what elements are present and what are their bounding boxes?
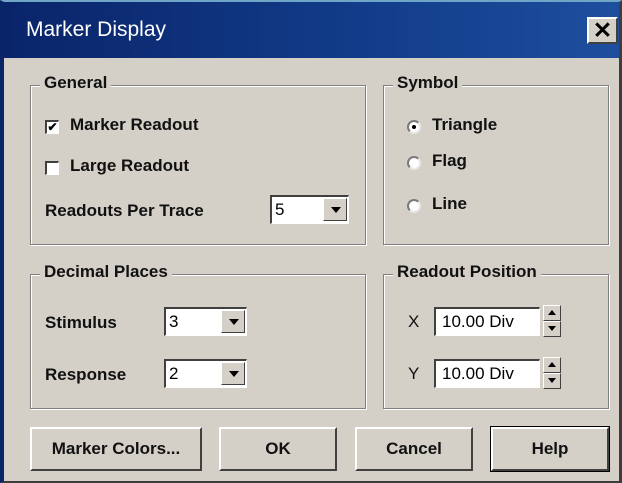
marker-display-dialog: Marker Display ✕ General ✔ Marker Readou… — [0, 0, 622, 483]
chevron-down-icon — [331, 207, 341, 213]
response-value: 2 — [169, 364, 179, 383]
response-select[interactable]: 2 — [164, 359, 247, 388]
cancel-button[interactable]: Cancel — [355, 427, 473, 471]
dropdown-button[interactable] — [323, 198, 347, 221]
title-bar: Marker Display ✕ — [4, 2, 619, 58]
readout-position-group: Readout Position — [383, 262, 609, 409]
x-label: X — [408, 312, 420, 331]
chevron-down-icon — [229, 319, 239, 325]
dropdown-button[interactable] — [221, 362, 245, 385]
radio-selected-icon — [412, 125, 416, 129]
y-decrement-button[interactable] — [543, 373, 561, 389]
symbol-legend: Symbol — [393, 73, 463, 93]
decimal-places-legend: Decimal Places — [40, 262, 172, 282]
dropdown-button[interactable] — [221, 310, 245, 333]
close-button[interactable]: ✕ — [587, 17, 618, 44]
general-legend: General — [40, 73, 112, 93]
response-label: Response — [45, 365, 127, 384]
check-icon: ✔ — [47, 120, 58, 134]
readouts-per-trace-value: 5 — [275, 200, 285, 219]
decimal-places-group: Decimal Places — [30, 262, 366, 409]
large-readout-checkbox[interactable] — [45, 161, 59, 175]
chevron-down-icon — [229, 371, 239, 377]
marker-readout-label[interactable]: Marker Readout — [70, 115, 198, 135]
marker-readout-checkbox[interactable]: ✔ — [45, 120, 59, 134]
radio-line-label[interactable]: Line — [432, 194, 467, 214]
window-title: Marker Display — [26, 18, 167, 41]
arrow-down-icon — [548, 378, 556, 383]
stimulus-value: 3 — [169, 312, 179, 331]
y-spinner[interactable] — [543, 357, 561, 390]
y-increment-button[interactable] — [543, 357, 561, 373]
stimulus-label: Stimulus — [45, 313, 117, 332]
y-position-input[interactable]: 10.00 Div — [434, 359, 540, 388]
radio-line[interactable] — [407, 199, 421, 213]
y-label: Y — [408, 364, 420, 383]
x-position-input[interactable]: 10.00 Div — [434, 307, 540, 336]
y-position-value: 10.00 Div — [442, 364, 514, 383]
readout-position-legend: Readout Position — [393, 262, 541, 282]
radio-flag[interactable] — [407, 156, 421, 170]
ok-button[interactable]: OK — [219, 427, 337, 471]
marker-colors-button[interactable]: Marker Colors... — [30, 427, 202, 471]
readouts-per-trace-label: Readouts Per Trace — [45, 201, 204, 220]
x-decrement-button[interactable] — [543, 321, 561, 337]
x-spinner[interactable] — [543, 305, 561, 338]
readouts-per-trace-select[interactable]: 5 — [270, 195, 349, 224]
arrow-up-icon — [548, 310, 556, 315]
x-position-value: 10.00 Div — [442, 312, 514, 331]
radio-flag-label[interactable]: Flag — [432, 151, 467, 171]
help-button[interactable]: Help — [490, 426, 610, 472]
arrow-down-icon — [548, 326, 556, 331]
radio-triangle-label[interactable]: Triangle — [432, 115, 497, 135]
x-increment-button[interactable] — [543, 305, 561, 321]
close-icon: ✕ — [592, 17, 613, 43]
arrow-up-icon — [548, 362, 556, 367]
large-readout-label[interactable]: Large Readout — [70, 156, 189, 176]
stimulus-select[interactable]: 3 — [164, 307, 247, 336]
radio-triangle[interactable] — [407, 120, 421, 134]
